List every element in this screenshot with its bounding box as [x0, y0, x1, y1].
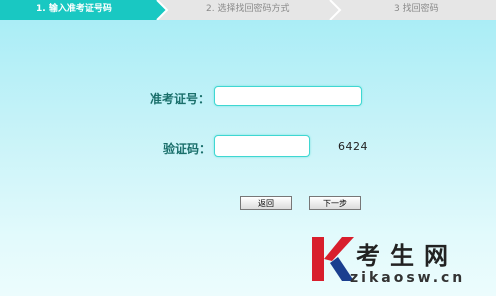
step-3-label: 3 找回密码	[394, 4, 439, 14]
next-step-button[interactable]: 下一步	[309, 196, 361, 210]
captcha-label: 验证码：	[163, 142, 212, 156]
logo-k-icon	[312, 237, 354, 281]
step-bar: 1. 输入准考证号码 2. 选择找回密码方式 3 找回密码	[0, 0, 496, 20]
exam-id-input[interactable]	[214, 86, 362, 106]
exam-id-label: 准考证号：	[150, 92, 211, 106]
captcha-input[interactable]	[214, 135, 310, 157]
step-2-label: 2. 选择找回密码方式	[206, 4, 290, 14]
captcha-image-text[interactable]: 6424	[338, 140, 368, 153]
page: 1. 输入准考证号码 2. 选择找回密码方式 3 找回密码 准考证号： 验证码：…	[0, 0, 496, 296]
logo-domain-text: zikaosw.cn	[350, 270, 466, 286]
logo-chinese-text: 考生网	[356, 241, 458, 270]
step-1-label: 1. 输入准考证号码	[36, 4, 112, 14]
back-button[interactable]: 返回	[240, 196, 292, 210]
